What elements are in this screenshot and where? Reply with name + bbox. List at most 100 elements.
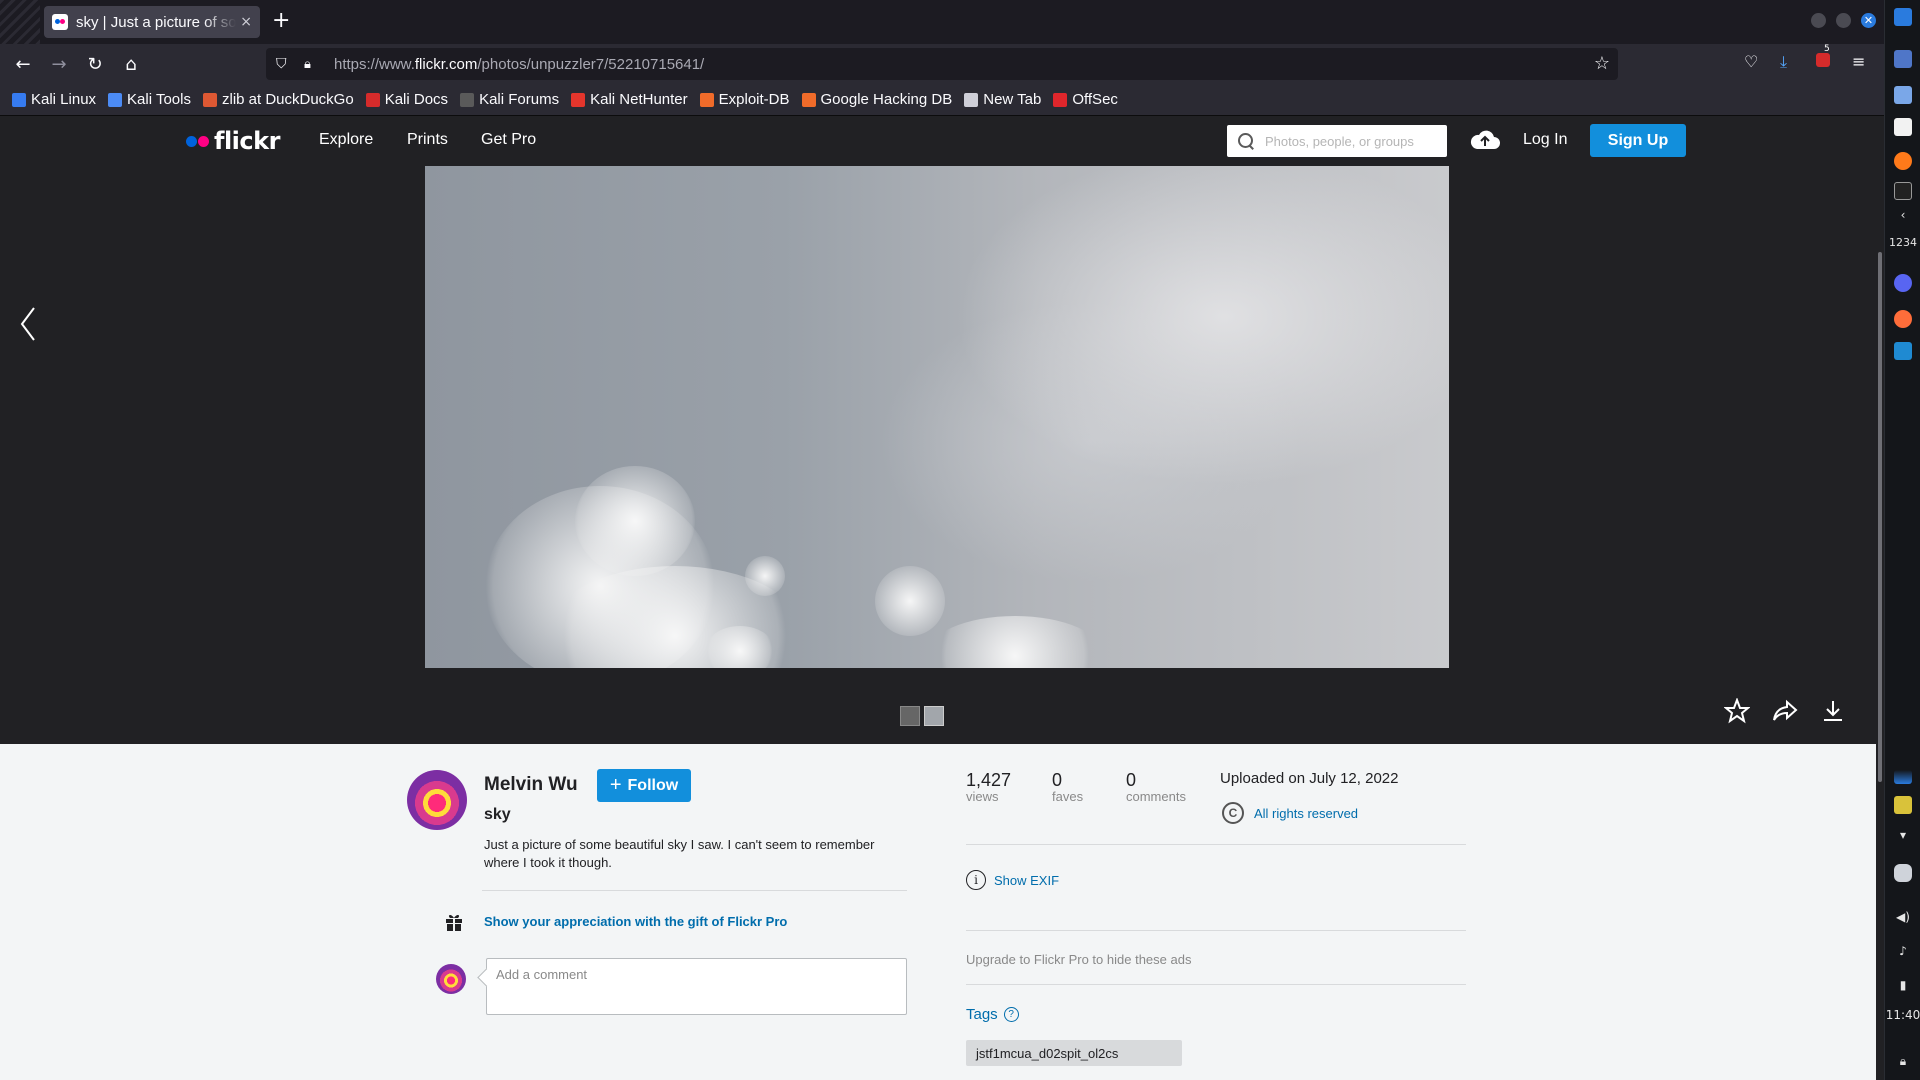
- discord-tray-icon[interactable]: [1894, 864, 1912, 882]
- main-photo[interactable]: [425, 166, 1449, 668]
- reload-button[interactable]: ↻: [83, 52, 107, 76]
- vscode-icon[interactable]: [1894, 342, 1912, 360]
- workspace-numbers[interactable]: 1234: [1885, 236, 1920, 249]
- lock-screen-icon[interactable]: 🔒︎: [1885, 1054, 1920, 1069]
- maximize-button[interactable]: [1836, 13, 1851, 28]
- os-side-panel: ‹ 1234 ▾ ◀) ♪ ▮ 11:40 🔒︎: [1884, 0, 1920, 1080]
- help-icon[interactable]: ?: [1003, 1007, 1019, 1022]
- bookmark-label: New Tab: [983, 91, 1042, 108]
- nav-explore[interactable]: Explore: [319, 131, 373, 149]
- bookmark-offsec[interactable]: OffSec: [1053, 91, 1118, 108]
- clock[interactable]: 11:40: [1885, 1008, 1920, 1022]
- bookmark-favicon-icon: [801, 92, 816, 107]
- bookmark-label: zlib at DuckDuckGo: [221, 91, 354, 108]
- bookmark-kali-tools[interactable]: Kali Tools: [108, 91, 191, 108]
- forward-button[interactable]: →: [47, 52, 71, 76]
- home-button[interactable]: ⌂: [119, 52, 143, 76]
- terminal-icon[interactable]: [1894, 182, 1912, 200]
- bookmark-kali-docs[interactable]: Kali Docs: [365, 91, 449, 108]
- extension-icon[interactable]: 5: [1816, 44, 1830, 71]
- new-tab-button[interactable]: +: [272, 8, 290, 34]
- tabbar-decoration: [0, 0, 40, 44]
- bookmark-kali-forums[interactable]: Kali Forums: [460, 91, 559, 108]
- address-bar[interactable]: ⛉ 🔒︎ https://www.flickr.com/photos/unpuz…: [266, 48, 1618, 80]
- firefox-window-icon[interactable]: [1894, 310, 1912, 328]
- gift-flickr-pro-link[interactable]: Show your appreciation with the gift of …: [484, 914, 787, 929]
- signup-button[interactable]: Sign Up: [1590, 124, 1686, 157]
- search-input[interactable]: [1265, 133, 1435, 149]
- login-link[interactable]: Log In: [1523, 131, 1567, 149]
- pocket-icon[interactable]: ♡: [1744, 52, 1758, 71]
- workspace-switcher-icon[interactable]: [1894, 50, 1912, 68]
- lock-icon[interactable]: 🔒︎: [304, 57, 324, 72]
- owner-name[interactable]: Melvin Wu: [484, 774, 578, 796]
- bookmark-star-icon[interactable]: ☆: [1594, 53, 1610, 74]
- bookmark-kali-linux[interactable]: Kali Linux: [12, 91, 96, 108]
- upload-cloud-icon[interactable]: [1470, 129, 1500, 151]
- tray-app-icon[interactable]: [1894, 796, 1912, 814]
- scrollbar-thumb[interactable]: [1878, 252, 1882, 782]
- wifi-icon[interactable]: ▾: [1885, 828, 1920, 842]
- divider: [482, 890, 907, 891]
- tag-pill[interactable]: jstf1mcua_d02spit_ol2cs: [966, 1040, 1182, 1066]
- bookmark-favicon-icon: [1053, 92, 1068, 107]
- nav-prints[interactable]: Prints: [407, 131, 448, 149]
- minimize-button[interactable]: [1811, 13, 1826, 28]
- share-icon[interactable]: [1772, 698, 1798, 724]
- tab-close-icon[interactable]: ×: [240, 14, 252, 30]
- upgrade-ad-text[interactable]: Upgrade to Flickr Pro to hide these ads: [966, 952, 1191, 967]
- bookmark-favicon-icon: [699, 92, 714, 107]
- bookmark-favicon-icon: [108, 92, 123, 107]
- show-exif-link[interactable]: Show EXIF: [994, 873, 1059, 888]
- file-manager-icon[interactable]: [1894, 86, 1912, 104]
- back-button[interactable]: ←: [11, 52, 35, 76]
- bookmark-favicon-icon: [571, 92, 586, 107]
- thumbnail-current[interactable]: [924, 706, 944, 726]
- license-link[interactable]: All rights reserved: [1254, 806, 1358, 821]
- views-label: views: [966, 789, 999, 804]
- bookmark-label: Kali NetHunter: [590, 91, 688, 108]
- battery-icon[interactable]: ▮: [1885, 978, 1920, 992]
- text-editor-icon[interactable]: [1894, 118, 1912, 136]
- bookmark-favicon-icon: [460, 92, 475, 107]
- bookmark-label: Exploit-DB: [718, 91, 790, 108]
- bookmark-label: Kali Docs: [384, 91, 449, 108]
- previous-photo-arrow-icon[interactable]: [18, 304, 38, 344]
- flickr-favicon-icon: [52, 14, 68, 30]
- commenter-avatar: [436, 964, 466, 994]
- show-exif[interactable]: i Show EXIF: [966, 870, 1059, 890]
- add-comment-field[interactable]: Add a comment: [486, 958, 907, 1015]
- bookmark-favicon-icon: [12, 92, 26, 107]
- download-icon[interactable]: [1820, 698, 1846, 724]
- owner-avatar[interactable]: [407, 770, 467, 830]
- close-window-button[interactable]: ✕: [1861, 13, 1876, 28]
- collapse-chevron-icon[interactable]: ‹: [1885, 208, 1920, 222]
- bookmark-exploit-db[interactable]: Exploit-DB: [699, 91, 790, 108]
- nav-get-pro[interactable]: Get Pro: [481, 131, 536, 149]
- tab-title: sky | Just a picture of som: [76, 13, 237, 31]
- favorite-star-icon[interactable]: [1724, 698, 1750, 724]
- discord-icon[interactable]: [1894, 274, 1912, 292]
- bookmark-kali-nethunter[interactable]: Kali NetHunter: [571, 91, 688, 108]
- thumbnail-previous[interactable]: [900, 706, 920, 726]
- notification-bell-icon[interactable]: ♪: [1885, 944, 1920, 958]
- follow-button[interactable]: + Follow: [597, 769, 691, 802]
- tracking-shield-icon[interactable]: ⛉: [276, 56, 296, 72]
- divider: [966, 844, 1466, 845]
- search-icon[interactable]: [1237, 132, 1255, 150]
- page-scrollbar[interactable]: [1876, 116, 1884, 1080]
- bookmark-label: Kali Tools: [127, 91, 191, 108]
- search-box[interactable]: [1227, 125, 1447, 157]
- browser-tab-active[interactable]: sky | Just a picture of som ×: [44, 6, 260, 38]
- menu-icon[interactable]: ≡: [1852, 52, 1865, 71]
- photostream-thumbnails: [900, 706, 944, 726]
- kali-menu-icon[interactable]: [1894, 8, 1912, 26]
- url-text[interactable]: https://www.flickr.com/photos/unpuzzler7…: [334, 56, 704, 73]
- downloads-icon[interactable]: ⤓: [1780, 52, 1787, 72]
- bookmark-zlib-at-duckduckgo[interactable]: zlib at DuckDuckGo: [202, 91, 354, 108]
- firefox-icon[interactable]: [1894, 152, 1912, 170]
- volume-icon[interactable]: ◀): [1885, 910, 1920, 924]
- flickr-logo[interactable]: flickr: [186, 127, 280, 155]
- bookmark-new-tab[interactable]: New Tab: [964, 91, 1041, 108]
- bookmark-google-hacking-db[interactable]: Google Hacking DB: [801, 91, 952, 108]
